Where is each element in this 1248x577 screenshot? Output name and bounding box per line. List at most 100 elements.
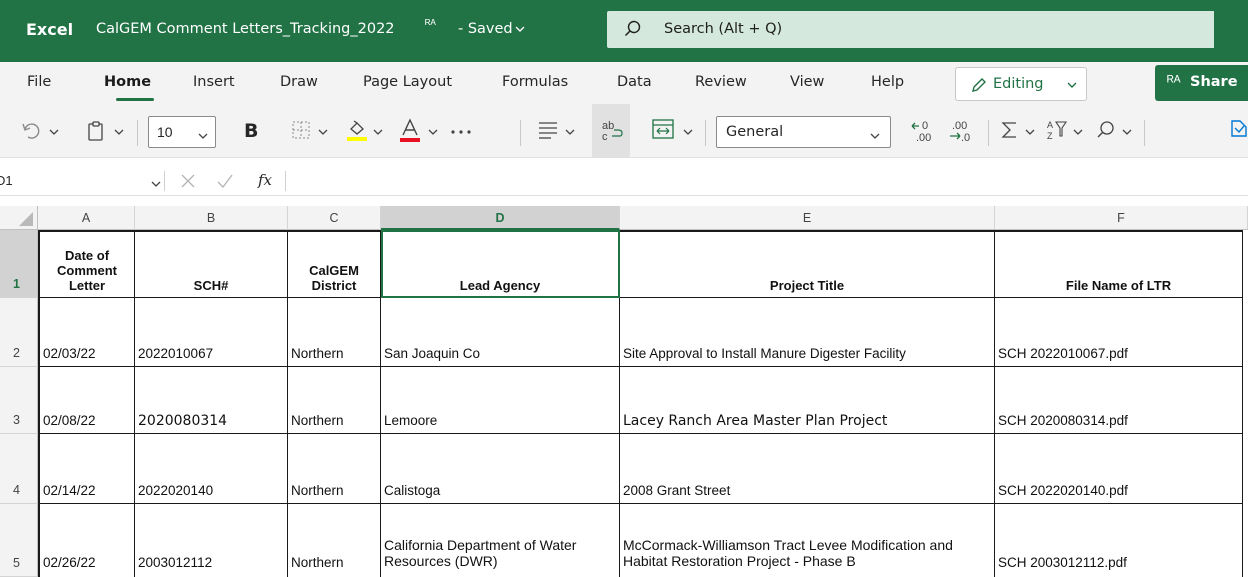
- tab-review[interactable]: Review: [695, 74, 747, 90]
- insert-function-icon[interactable]: fx: [258, 171, 272, 189]
- fill-color-icon[interactable]: [345, 117, 369, 143]
- bold-button[interactable]: B: [244, 120, 258, 142]
- tab-home[interactable]: Home: [104, 74, 151, 90]
- chevron-down-icon: [198, 128, 208, 146]
- chevron-down-icon[interactable]: [1073, 127, 1083, 137]
- tab-data[interactable]: Data: [617, 74, 652, 90]
- font-size-select[interactable]: 10: [148, 116, 216, 148]
- row-header-5[interactable]: 5: [0, 504, 38, 577]
- table-cell[interactable]: SCH 2020080314.pdf: [995, 367, 1243, 434]
- cancel-icon[interactable]: [180, 173, 196, 194]
- column-header-c[interactable]: C: [288, 206, 381, 230]
- header-cell-district[interactable]: CalGEM District: [288, 230, 381, 298]
- share-label: Share: [1190, 74, 1238, 90]
- table-cell[interactable]: SCH 2003012112.pdf: [995, 504, 1243, 577]
- chevron-down-icon[interactable]: [514, 22, 526, 40]
- more-icon[interactable]: [450, 129, 472, 135]
- tab-draw[interactable]: Draw: [280, 74, 318, 90]
- increase-decimal-icon[interactable]: 0.00: [910, 117, 936, 145]
- table-cell[interactable]: Northern: [288, 367, 381, 434]
- share-button[interactable]: ᴿᴬ Share: [1155, 65, 1248, 101]
- table-cell[interactable]: Lemoore: [381, 367, 620, 434]
- table-cell[interactable]: Site Approval to Install Manure Digester…: [620, 298, 995, 367]
- row-header-3[interactable]: 3: [0, 367, 38, 434]
- borders-icon[interactable]: [291, 120, 311, 140]
- enter-icon[interactable]: [216, 173, 234, 194]
- chevron-down-icon: [870, 128, 880, 146]
- chevron-down-icon[interactable]: [428, 127, 438, 137]
- chevron-down-icon[interactable]: [49, 127, 59, 137]
- search-icon: [623, 19, 643, 39]
- header-cell-lead-agency[interactable]: Lead Agency: [381, 230, 620, 298]
- column-header-e[interactable]: E: [620, 206, 995, 230]
- chevron-down-icon: [1066, 78, 1078, 90]
- clipboard-icon[interactable]: [86, 120, 106, 142]
- font-color-icon[interactable]: [398, 116, 422, 144]
- chevron-down-icon[interactable]: [683, 127, 693, 137]
- table-cell[interactable]: 2020080314: [135, 367, 288, 434]
- table-cell[interactable]: Northern: [288, 504, 381, 577]
- wrap-text-button[interactable]: ab c: [592, 104, 630, 158]
- tab-insert[interactable]: Insert: [193, 74, 235, 90]
- table-cell[interactable]: SCH 2022020140.pdf: [995, 434, 1243, 504]
- column-header-b[interactable]: B: [135, 206, 288, 230]
- tab-help[interactable]: Help: [871, 74, 904, 90]
- table-cell[interactable]: SCH 2022010067.pdf: [995, 298, 1243, 367]
- add-ins-icon[interactable]: [1228, 118, 1248, 140]
- column-header-a[interactable]: A: [38, 206, 135, 230]
- tab-file[interactable]: File: [27, 74, 51, 90]
- chevron-down-icon[interactable]: [151, 176, 161, 194]
- row-header-1[interactable]: 1: [0, 230, 38, 298]
- app-name[interactable]: Excel: [26, 20, 73, 39]
- table-cell[interactable]: California Department of Water Resources…: [381, 504, 620, 577]
- find-icon[interactable]: [1095, 119, 1117, 141]
- header-cell-sch[interactable]: SCH#: [135, 230, 288, 298]
- table-cell[interactable]: 02/14/22: [38, 434, 135, 504]
- table-cell[interactable]: 2022010067: [135, 298, 288, 367]
- row-header-4[interactable]: 4: [0, 434, 38, 504]
- pencil-icon: [970, 76, 988, 94]
- header-cell-file-name[interactable]: File Name of LTR: [995, 230, 1243, 298]
- table-cell[interactable]: 2008 Grant Street: [620, 434, 995, 504]
- header-cell-date[interactable]: Date of Comment Letter: [38, 230, 135, 298]
- table-cell[interactable]: Northern: [288, 434, 381, 504]
- table-cell[interactable]: 02/03/22: [38, 298, 135, 367]
- svg-text:Z: Z: [1047, 131, 1053, 141]
- sort-filter-icon[interactable]: AZ: [1046, 118, 1068, 142]
- search-box[interactable]: Search (Alt + Q): [607, 11, 1248, 48]
- save-status[interactable]: - Saved: [458, 21, 513, 37]
- table-cell[interactable]: 2003012112: [135, 504, 288, 577]
- table-cell[interactable]: Northern: [288, 298, 381, 367]
- row-header-2[interactable]: 2: [0, 298, 38, 367]
- table-cell[interactable]: San Joaquin Co: [381, 298, 620, 367]
- chevron-down-icon[interactable]: [1122, 127, 1132, 137]
- merge-icon[interactable]: [651, 118, 675, 140]
- table-cell[interactable]: 2022020140: [135, 434, 288, 504]
- chevron-down-icon[interactable]: [1025, 127, 1035, 137]
- chevron-down-icon[interactable]: [318, 127, 328, 137]
- column-header-f[interactable]: F: [995, 206, 1248, 230]
- table-cell[interactable]: 02/26/22: [38, 504, 135, 577]
- editing-mode-button[interactable]: Editing: [955, 67, 1087, 101]
- header-cell-project-title[interactable]: Project Title: [620, 230, 995, 298]
- table-cell[interactable]: Lacey Ranch Area Master Plan Project: [620, 367, 995, 434]
- tab-page-layout[interactable]: Page Layout: [363, 74, 452, 90]
- tab-view[interactable]: View: [790, 74, 824, 90]
- chevron-down-icon[interactable]: [373, 127, 383, 137]
- number-format-select[interactable]: General: [716, 116, 891, 148]
- table-cell[interactable]: Calistoga: [381, 434, 620, 504]
- autosum-icon[interactable]: [1000, 120, 1020, 140]
- tab-formulas[interactable]: Formulas: [502, 74, 568, 90]
- table-cell[interactable]: 02/08/22: [38, 367, 135, 434]
- chevron-down-icon[interactable]: [114, 127, 124, 137]
- undo-icon[interactable]: [20, 120, 42, 142]
- name-box[interactable]: D1: [0, 166, 95, 195]
- active-tab-indicator: [116, 98, 154, 101]
- chevron-down-icon[interactable]: [565, 127, 575, 137]
- table-cell[interactable]: McCormack-Williamson Tract Levee Modific…: [620, 504, 995, 577]
- align-icon[interactable]: [537, 120, 559, 140]
- decrease-decimal-icon[interactable]: .00.0: [946, 117, 972, 145]
- document-name[interactable]: CalGEM Comment Letters_Tracking_2022: [96, 21, 395, 37]
- column-header-d[interactable]: D: [381, 206, 620, 230]
- select-all-corner[interactable]: [0, 206, 38, 230]
